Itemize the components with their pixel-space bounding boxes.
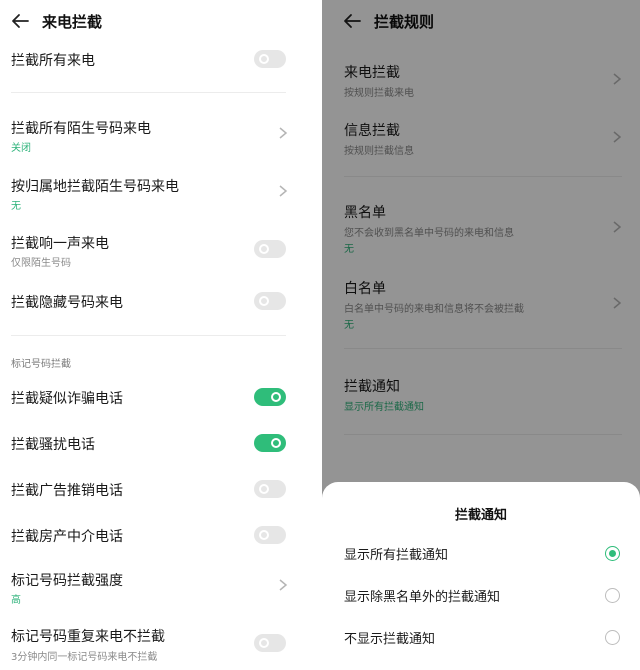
call-blocking-screen: 来电拦截 拦截所有来电 拦截所有陌生号码来电 关闭 按归属地拦截陌生号码来电 无… xyxy=(0,0,322,670)
toggle-knob xyxy=(259,296,269,306)
row-status: 高 xyxy=(11,595,21,606)
block-hidden-numbers-toggle[interactable] xyxy=(254,292,286,310)
block-ads-toggle[interactable] xyxy=(254,480,286,498)
chevron-right-icon xyxy=(279,127,288,139)
repeat-calls-not-blocked-row[interactable]: 标记号码重复来电不拦截 3分钟内同一标记号码来电不拦截 xyxy=(0,620,322,668)
toggle-knob xyxy=(271,438,281,448)
block-all-calls-row[interactable]: 拦截所有来电 xyxy=(0,44,322,78)
block-strength-row[interactable]: 标记号码拦截强度 高 xyxy=(0,564,322,608)
block-fraud-toggle[interactable] xyxy=(254,388,286,406)
divider xyxy=(11,335,286,336)
block-ads-row[interactable]: 拦截广告推销电话 xyxy=(0,474,322,508)
radio-unselected-icon[interactable] xyxy=(605,630,620,645)
block-all-calls-toggle[interactable] xyxy=(254,50,286,68)
repeat-calls-toggle[interactable] xyxy=(254,634,286,652)
row-title: 标记号码重复来电不拦截 xyxy=(11,629,165,645)
option-show-all[interactable]: 显示所有拦截通知 xyxy=(322,538,640,568)
row-title: 拦截所有来电 xyxy=(11,53,95,69)
toggle-knob xyxy=(259,484,269,494)
row-title: 拦截响一声来电 xyxy=(11,236,109,252)
radio-dot xyxy=(608,549,616,557)
block-hidden-numbers-row[interactable]: 拦截隐藏号码来电 xyxy=(0,286,322,320)
block-harassment-row[interactable]: 拦截骚扰电话 xyxy=(0,428,322,462)
row-title: 拦截骚扰电话 xyxy=(11,437,95,453)
toggle-knob xyxy=(259,530,269,540)
option-show-none[interactable]: 不显示拦截通知 xyxy=(322,622,640,652)
page-title: 来电拦截 xyxy=(42,13,103,31)
divider xyxy=(11,92,286,93)
toggle-knob xyxy=(259,638,269,648)
row-status: 关闭 xyxy=(11,143,31,154)
row-title: 拦截疑似诈骗电话 xyxy=(11,391,123,407)
toggle-knob xyxy=(259,244,269,254)
radio-unselected-icon[interactable] xyxy=(605,588,620,603)
radio-selected-icon[interactable] xyxy=(605,546,620,561)
section-label: 标记号码拦截 xyxy=(11,359,71,370)
chevron-right-icon xyxy=(279,579,288,591)
row-title: 拦截所有陌生号码来电 xyxy=(11,121,151,137)
row-subtitle: 仅限陌生号码 xyxy=(11,258,71,269)
row-title: 拦截隐藏号码来电 xyxy=(11,295,123,311)
row-title: 按归属地拦截陌生号码来电 xyxy=(11,179,179,195)
block-harassment-toggle[interactable] xyxy=(254,434,286,452)
block-one-ring-row[interactable]: 拦截响一声来电 仅限陌生号码 xyxy=(0,227,322,271)
option-label: 显示所有拦截通知 xyxy=(344,548,449,563)
option-label: 显示除黑名单外的拦截通知 xyxy=(344,590,501,605)
row-title: 拦截广告推销电话 xyxy=(11,483,123,499)
option-label: 不显示拦截通知 xyxy=(344,632,436,647)
header: 来电拦截 xyxy=(0,0,322,44)
arrow-left-icon[interactable] xyxy=(10,10,32,32)
notification-bottom-sheet: 拦截通知 显示所有拦截通知 显示除黑名单外的拦截通知 不显示拦截通知 xyxy=(322,482,640,670)
option-show-except-blacklist[interactable]: 显示除黑名单外的拦截通知 xyxy=(322,580,640,610)
row-status: 无 xyxy=(11,201,21,212)
row-title: 拦截房产中介电话 xyxy=(11,529,123,545)
block-one-ring-toggle[interactable] xyxy=(254,240,286,258)
row-subtitle: 3分钟内同一标记号码来电不拦截 xyxy=(11,652,158,663)
sheet-title: 拦截通知 xyxy=(454,508,507,523)
block-by-location-row[interactable]: 按归属地拦截陌生号码来电 无 xyxy=(0,170,322,214)
block-real-estate-toggle[interactable] xyxy=(254,526,286,544)
chevron-right-icon xyxy=(279,185,288,197)
toggle-knob xyxy=(259,54,269,64)
blocking-rules-screen: 拦截规则 来电拦截 按规则拦截来电 信息拦截 按规则拦截信息 黑名单 您不会收到… xyxy=(322,0,640,670)
block-unknown-numbers-row[interactable]: 拦截所有陌生号码来电 关闭 xyxy=(0,112,322,156)
toggle-knob xyxy=(271,392,281,402)
row-title: 标记号码拦截强度 xyxy=(11,573,123,589)
block-fraud-row[interactable]: 拦截疑似诈骗电话 xyxy=(0,382,322,416)
block-real-estate-row[interactable]: 拦截房产中介电话 xyxy=(0,520,322,554)
